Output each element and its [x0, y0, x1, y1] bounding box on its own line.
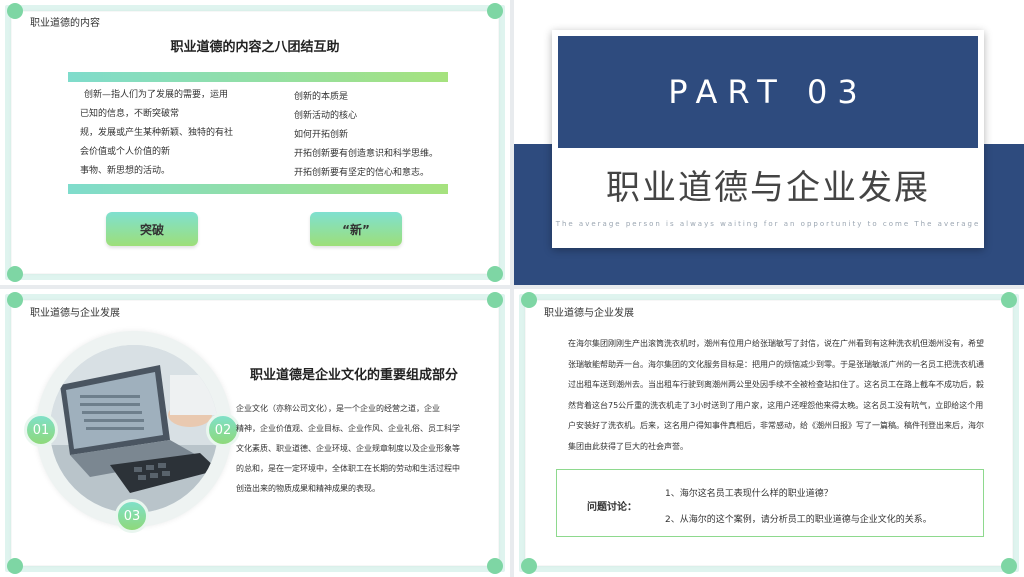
text-line: 开拓创新要有创造意识和科学思维。 [294, 149, 439, 159]
corner-dot [7, 3, 23, 19]
section-label: 职业道德的内容 [30, 18, 100, 29]
text-line: 过出租车送到潮州去。当出租车行驶到离潮州两公里处因手续不全被检查站扣住了。这名员… [568, 380, 984, 389]
title-card: PART 03 职业道德与企业发展 The average person is … [552, 30, 984, 248]
points-column: 创新的本质是 创新活动的核心 如何开拓创新 开拓创新要有创造意识和科学思维。 开… [294, 88, 474, 183]
discussion-label: 问题讨论： [587, 502, 637, 513]
slide-3[interactable]: 职业道德与企业发展 01 02 03 职业道德是企业文化的重要组成部分 企业文化… [0, 289, 510, 577]
question-1: 1、海尔这名员工表现什么样的职业道德？ [665, 489, 833, 499]
office-photo [50, 345, 218, 513]
text-line: 在海尔集团刚刚生产出滚筒洗衣机时，潮州有位用户给张瑞敏写了封信，说在广州看到有这… [568, 339, 984, 348]
corner-dot [487, 3, 503, 19]
text-line: 张瑞敏能帮助弄一台。海尔集团的文化服务目标是：把用户的烦恼减少到零。于是张瑞敏派… [568, 359, 984, 369]
slide-grid: 职业道德的内容 职业道德的内容之八团结互助 创新—指人们为了发展的需要，运用 已… [0, 0, 1024, 577]
text-line: 事物、新思想的活动。 [80, 166, 171, 176]
text-line: 创造出来的物质成果和精神成果的表现。 [236, 484, 380, 493]
text-line: 文化素质、职业道德、企业环境、企业规章制度以及企业形象等 [236, 444, 460, 453]
text-line: 然背着这台75公斤重的洗衣机走了3小时送到了用户家，这用户还哩怨他来得太晚。这名… [568, 400, 984, 410]
part-number: PART 03 [668, 73, 868, 111]
text-line: 创新活动的核心 [294, 111, 358, 121]
section-label: 职业道德与企业发展 [30, 308, 120, 319]
slide-4[interactable]: 职业道德与企业发展 在海尔集团刚刚生产出滚筒洗衣机时，潮州有位用户给张瑞敏写了封… [514, 289, 1024, 577]
corner-dot [487, 558, 503, 574]
text-line: 规，发展或产生某种新颖、独特的有社 [80, 128, 234, 138]
text-line: 集团由此获得了巨大的社会声誉。 [568, 441, 688, 451]
text-line: 精神，企业价值观、企业目标、企业作风、企业礼俗、员工科学 [236, 424, 460, 433]
corner-dot [521, 292, 537, 308]
text-line: 开拓创新要有坚定的信心和意志。 [294, 168, 430, 178]
discussion-box: 问题讨论： 1、海尔这名员工表现什么样的职业道德？ 2、从海尔的这个案例，请分析… [556, 469, 984, 537]
text-line: 会价值或个人价值的新 [80, 147, 171, 157]
new-button[interactable]: “新” [310, 212, 402, 246]
text-line: 的总和，是在一定环境中，全体职工在长期的劳动和生活过程中 [236, 464, 460, 473]
corner-dot [7, 292, 23, 308]
corner-dot [1001, 558, 1017, 574]
gradient-band [68, 72, 448, 82]
subtitle: The average person is always waiting for… [555, 220, 981, 228]
section-label: 职业道德与企业发展 [544, 308, 634, 319]
slide-1[interactable]: 职业道德的内容 职业道德的内容之八团结互助 创新—指人们为了发展的需要，运用 已… [0, 0, 510, 285]
corner-dot [7, 266, 23, 282]
definition-column: 创新—指人们为了发展的需要，运用 已知的信息，不断突破常 规，发展或产生某种新颖… [80, 86, 260, 181]
gradient-band [68, 184, 448, 194]
text-line: 创新—指人们为了发展的需要，运用 [84, 90, 229, 100]
badge-01: 01 [24, 413, 58, 447]
text-line: 户安装好了洗衣机。后来，这名用户得知事件真相后，非常感动，给《潮州日报》写了一篇… [568, 421, 984, 430]
laptop-calculator-image [50, 345, 218, 513]
slide-title: 职业道德的内容之八团结互助 [170, 40, 340, 55]
corner-dot [1001, 292, 1017, 308]
text-line: 如何开拓创新 [294, 130, 349, 140]
text-line: 已知的信息，不断突破常 [80, 109, 180, 119]
section-title: 职业道德与企业发展 [606, 168, 930, 208]
question-2: 2、从海尔的这个案例，请分析员工的职业道德与企业文化的关系。 [665, 515, 932, 525]
corner-dot [7, 558, 23, 574]
corner-dot [487, 266, 503, 282]
slide-heading: 职业道德是企业文化的重要组成部分 [250, 368, 459, 383]
body-text: 企业文化（亦称公司文化），是一个企业的经营之道，企业 精神，企业价值观、企业目标… [236, 399, 476, 499]
card-header: PART 03 [558, 36, 978, 148]
corner-dot [521, 558, 537, 574]
slide-2[interactable]: PART 03 职业道德与企业发展 The average person is … [514, 0, 1024, 285]
case-story: 在海尔集团刚刚生产出滚筒洗衣机时，潮州有位用户给张瑞敏写了封信，说在广州看到有这… [568, 334, 1010, 457]
badge-02: 02 [206, 413, 240, 447]
badge-03: 03 [115, 499, 149, 533]
text-line: 企业文化（亦称公司文化），是一个企业的经营之道，企业 [236, 404, 440, 413]
breakthrough-button[interactable]: 突破 [106, 212, 198, 246]
corner-dot [487, 292, 503, 308]
text-line: 创新的本质是 [294, 92, 349, 102]
